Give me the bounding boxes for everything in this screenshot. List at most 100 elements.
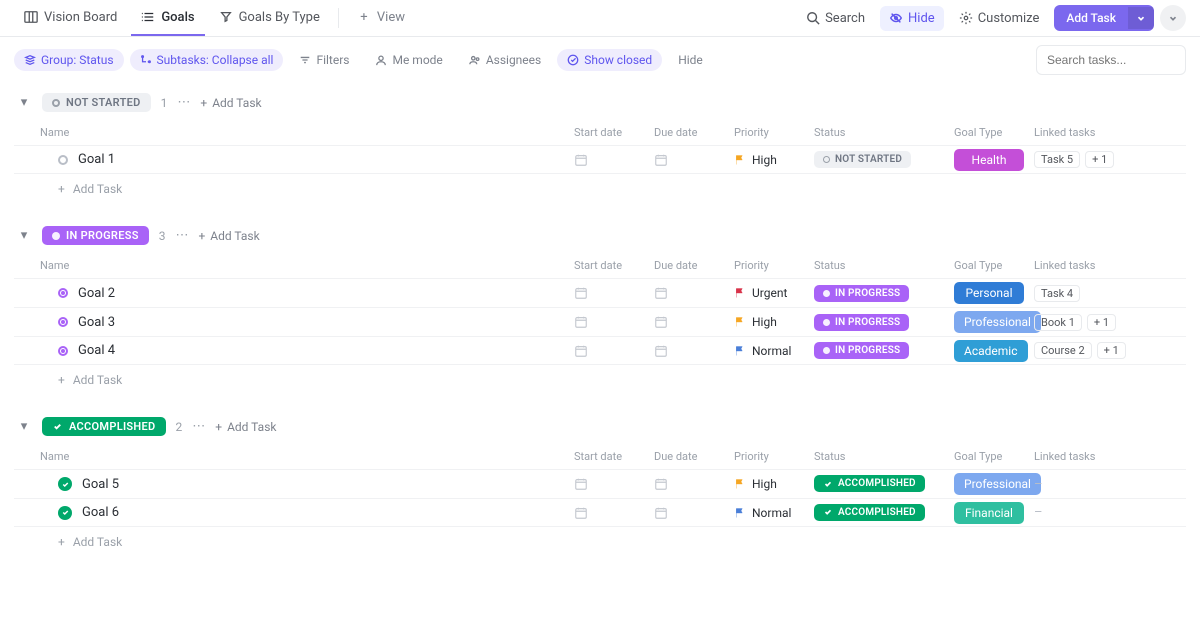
priority-cell[interactable]: High [734, 315, 814, 329]
linked-cell[interactable]: Task 5 + 1 [1034, 151, 1186, 168]
tab-vision-board[interactable]: Vision Board [14, 0, 127, 36]
linked-cell[interactable]: – [1034, 477, 1186, 492]
subtasks-pill[interactable]: Subtasks: Collapse all [130, 49, 284, 71]
priority-cell[interactable]: Normal [734, 344, 814, 358]
type-cell[interactable]: Personal [954, 282, 1034, 304]
name-cell[interactable]: Goal 6 [14, 505, 574, 520]
linked-cell[interactable]: Course 2 + 1 [1034, 342, 1186, 359]
col-due-date[interactable]: Due date [654, 444, 734, 469]
status-cell[interactable]: IN PROGRESS [814, 285, 954, 302]
type-cell[interactable]: Health [954, 149, 1034, 171]
table-row[interactable]: Goal 5 High ACCOMPLISHED Professional – [14, 469, 1186, 498]
col-start-date[interactable]: Start date [574, 444, 654, 469]
more-icon[interactable]: ⋯ [192, 419, 205, 434]
status-cell[interactable]: NOT STARTED [814, 151, 954, 168]
start-date-cell[interactable] [574, 506, 654, 520]
add-task-button[interactable]: Add Task [1054, 5, 1154, 31]
col-status[interactable]: Status [814, 253, 954, 278]
name-cell[interactable]: Goal 1 [14, 152, 574, 167]
due-date-cell[interactable] [654, 477, 734, 491]
start-date-cell[interactable] [574, 477, 654, 491]
col-goal-type[interactable]: Goal Type [954, 253, 1034, 278]
col-linked[interactable]: Linked tasks [1034, 444, 1186, 469]
tab-goals-by-type[interactable]: Goals By Type [209, 0, 330, 36]
more-icon[interactable]: ⋯ [177, 95, 190, 110]
col-priority[interactable]: Priority [734, 444, 814, 469]
type-cell[interactable]: Academic [954, 340, 1034, 362]
name-cell[interactable]: Goal 3 [14, 315, 574, 330]
status-cell[interactable]: IN PROGRESS [814, 314, 954, 331]
more-menu[interactable] [1160, 5, 1186, 31]
assignees-pill[interactable]: Assignees [459, 49, 551, 71]
type-cell[interactable]: Professional [954, 473, 1034, 495]
table-row[interactable]: Goal 3 High IN PROGRESS Professional Boo… [14, 307, 1186, 336]
linked-cell[interactable]: Task 4 [1034, 285, 1186, 302]
collapse-toggle[interactable]: ▾ [16, 95, 32, 110]
status-cell[interactable]: ACCOMPLISHED [814, 475, 954, 493]
row-add-task[interactable]: +Add Task [14, 365, 1186, 395]
start-date-cell[interactable] [574, 315, 654, 329]
linked-more[interactable]: + 1 [1087, 314, 1116, 331]
search-input[interactable] [1047, 53, 1175, 67]
collapse-toggle[interactable]: ▾ [16, 419, 32, 434]
row-add-task[interactable]: +Add Task [14, 527, 1186, 557]
col-status[interactable]: Status [814, 444, 954, 469]
due-date-cell[interactable] [654, 286, 734, 300]
table-row[interactable]: Goal 2 Urgent IN PROGRESS Personal Task … [14, 278, 1186, 307]
due-date-cell[interactable] [654, 344, 734, 358]
col-priority[interactable]: Priority [734, 253, 814, 278]
group-add-task[interactable]: + Add Task [200, 96, 261, 110]
tab-add-view[interactable]: + View [347, 0, 415, 36]
col-name[interactable]: Name [14, 120, 574, 145]
customize-button[interactable]: Customize [950, 6, 1049, 31]
start-date-cell[interactable] [574, 153, 654, 167]
status-pill[interactable]: ACCOMPLISHED [42, 417, 166, 436]
search-button[interactable]: Search [797, 6, 874, 31]
me-mode-pill[interactable]: Me mode [365, 49, 452, 71]
col-name[interactable]: Name [14, 253, 574, 278]
col-linked[interactable]: Linked tasks [1034, 120, 1186, 145]
filters-pill[interactable]: Filters [289, 49, 359, 71]
type-cell[interactable]: Financial [954, 502, 1034, 524]
linked-more[interactable]: + 1 [1097, 342, 1126, 359]
tab-goals[interactable]: Goals [131, 0, 204, 36]
group-add-task[interactable]: + Add Task [198, 229, 259, 243]
hide-button[interactable]: Hide [880, 6, 944, 31]
col-goal-type[interactable]: Goal Type [954, 444, 1034, 469]
col-linked[interactable]: Linked tasks [1034, 253, 1186, 278]
type-cell[interactable]: Professional [954, 311, 1034, 333]
priority-cell[interactable]: Urgent [734, 286, 814, 300]
linked-chip[interactable]: Task 5 [1034, 151, 1080, 168]
linked-chip[interactable]: Book 1 [1034, 314, 1082, 331]
due-date-cell[interactable] [654, 315, 734, 329]
table-row[interactable]: Goal 6 Normal ACCOMPLISHED Financial – [14, 498, 1186, 527]
col-goal-type[interactable]: Goal Type [954, 120, 1034, 145]
collapse-toggle[interactable]: ▾ [16, 228, 32, 243]
col-start-date[interactable]: Start date [574, 120, 654, 145]
table-row[interactable]: Goal 4 Normal IN PROGRESS Academic Cours… [14, 336, 1186, 365]
status-pill[interactable]: NOT STARTED [42, 93, 151, 112]
hide-toolbar-button[interactable]: Hide [668, 49, 713, 71]
due-date-cell[interactable] [654, 506, 734, 520]
col-priority[interactable]: Priority [734, 120, 814, 145]
linked-more[interactable]: + 1 [1085, 151, 1114, 168]
show-closed-pill[interactable]: Show closed [557, 49, 662, 71]
name-cell[interactable]: Goal 5 [14, 477, 574, 492]
start-date-cell[interactable] [574, 286, 654, 300]
status-pill[interactable]: IN PROGRESS [42, 226, 149, 245]
priority-cell[interactable]: Normal [734, 506, 814, 520]
more-icon[interactable]: ⋯ [175, 228, 188, 243]
col-start-date[interactable]: Start date [574, 253, 654, 278]
col-name[interactable]: Name [14, 444, 574, 469]
table-row[interactable]: Goal 1 High NOT STARTED Health Task 5 + 1 [14, 145, 1186, 174]
linked-cell[interactable]: – [1034, 505, 1186, 520]
chevron-down-icon[interactable] [1128, 7, 1154, 29]
col-due-date[interactable]: Due date [654, 120, 734, 145]
status-cell[interactable]: IN PROGRESS [814, 342, 954, 359]
col-status[interactable]: Status [814, 120, 954, 145]
group-pill[interactable]: Group: Status [14, 49, 124, 71]
start-date-cell[interactable] [574, 344, 654, 358]
search-input-wrapper[interactable] [1036, 45, 1186, 75]
linked-chip[interactable]: Course 2 [1034, 342, 1092, 359]
priority-cell[interactable]: High [734, 153, 814, 167]
